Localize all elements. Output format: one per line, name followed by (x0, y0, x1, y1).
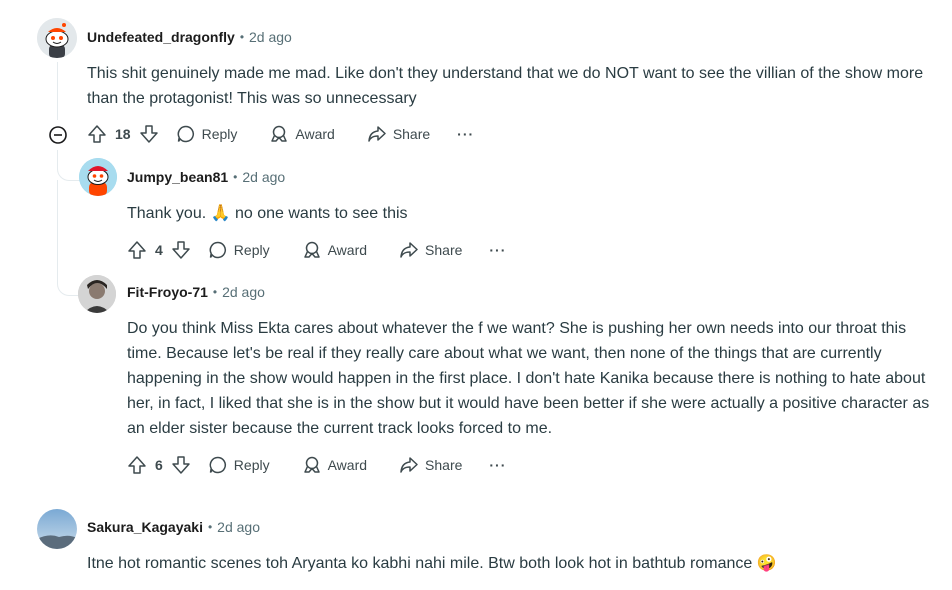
award-icon (303, 241, 320, 258)
comment-meta: Fit-Froyo-71 • 2d ago (127, 284, 265, 300)
award-button[interactable]: Award (302, 455, 367, 475)
award-label: Award (327, 242, 368, 258)
minus-circle-icon (49, 126, 67, 144)
award-icon (303, 456, 320, 473)
share-arrow-icon (400, 457, 418, 473)
more-options-button[interactable]: ··· (489, 457, 506, 473)
comment-actions: 6 Reply Award Share ··· (127, 455, 506, 475)
award-label: Award (295, 126, 335, 142)
reply-button[interactable]: Reply (208, 455, 270, 475)
avatar[interactable] (78, 275, 116, 313)
speech-bubble-icon (209, 241, 226, 259)
collapse-thread-button[interactable] (48, 125, 68, 145)
share-button[interactable]: Share (399, 240, 462, 260)
downvote-button[interactable] (139, 124, 159, 144)
reply-button[interactable]: Reply (208, 240, 270, 260)
upvote-button[interactable] (87, 124, 107, 144)
downvote-button[interactable] (171, 455, 191, 475)
share-label: Share (392, 126, 431, 142)
reply-label: Reply (233, 242, 270, 258)
comment-text: Thank you. 🙏 no one wants to see this (127, 201, 927, 226)
arrow-up-icon (128, 241, 146, 259)
speech-bubble-icon (209, 456, 226, 474)
reply-label: Reply (233, 457, 270, 473)
thread-connector (57, 265, 80, 296)
avatar[interactable] (37, 18, 77, 58)
comment-meta: Sakura_Kagayaki • 2d ago (87, 519, 260, 535)
zany-face-emoji: 🤪 (756, 555, 777, 572)
more-options-button[interactable]: ··· (457, 126, 474, 142)
comment-text: This shit genuinely made me mad. Like do… (87, 65, 924, 107)
upvote-button[interactable] (127, 240, 147, 260)
timestamp[interactable]: 2d ago (242, 169, 285, 185)
pray-emoji: 🙏 (210, 205, 231, 222)
comment-actions: 18 Reply Award Share ··· (87, 124, 474, 144)
timestamp[interactable]: 2d ago (222, 284, 265, 300)
downvote-button[interactable] (171, 240, 191, 260)
vote-count: 18 (115, 126, 131, 142)
avatar[interactable] (37, 509, 77, 549)
thread-line (57, 180, 58, 275)
vote-count: 6 (155, 457, 163, 473)
comment-actions: 4 Reply Award Share ··· (127, 240, 506, 260)
reply-label: Reply (201, 126, 238, 142)
separator-dot: • (239, 30, 245, 44)
profile-photo-icon (78, 275, 116, 313)
author-link[interactable]: Undefeated_dragonfly (87, 29, 235, 45)
separator-dot: • (212, 285, 218, 299)
share-arrow-icon (400, 242, 418, 258)
award-icon (271, 125, 288, 142)
award-label: Award (327, 457, 368, 473)
timestamp[interactable]: 2d ago (249, 29, 292, 45)
speech-bubble-icon (177, 125, 194, 143)
thread-connector (57, 150, 80, 181)
arrow-down-icon (172, 241, 190, 259)
separator-dot: • (233, 170, 238, 184)
comment-text-part: no one wants to see this (234, 205, 408, 222)
comment-text: Itne hot romantic scenes toh Aryanta ko … (87, 551, 937, 576)
author-link[interactable]: Sakura_Kagayaki (87, 519, 203, 535)
thread-line (57, 62, 58, 120)
arrow-up-icon (88, 125, 106, 143)
more-options-button[interactable]: ··· (489, 242, 506, 258)
upvote-button[interactable] (127, 455, 147, 475)
comment-text-part: Itne hot romantic scenes toh Aryanta ko … (87, 555, 753, 572)
share-button[interactable]: Share (399, 455, 462, 475)
comment-meta: Jumpy_bean81 • 2d ago (127, 169, 285, 185)
vote-count: 4 (155, 242, 163, 258)
reply-button[interactable]: Reply (176, 124, 238, 144)
arrow-up-icon (128, 456, 146, 474)
share-label: Share (425, 242, 463, 258)
author-link[interactable]: Jumpy_bean81 (127, 169, 228, 185)
award-button[interactable]: Award (269, 124, 335, 144)
share-label: Share (425, 457, 463, 473)
award-button[interactable]: Award (302, 240, 367, 260)
author-link[interactable]: Fit-Froyo-71 (127, 284, 208, 300)
share-button[interactable]: Share (367, 124, 430, 144)
share-arrow-icon (368, 126, 386, 142)
separator-dot: • (207, 520, 213, 534)
avatar[interactable] (79, 158, 117, 196)
landscape-photo-icon (37, 509, 77, 549)
arrow-down-icon (172, 456, 190, 474)
comment-text: Do you think Miss Ekta cares about whate… (127, 320, 930, 437)
comment-text-part: Thank you. (127, 205, 207, 222)
snoo-avatar-icon (37, 18, 77, 58)
snoo-avatar-icon (79, 158, 117, 196)
arrow-down-icon (139, 125, 158, 143)
comment-meta: Undefeated_dragonfly • 2d ago (87, 29, 292, 45)
timestamp[interactable]: 2d ago (217, 519, 260, 535)
